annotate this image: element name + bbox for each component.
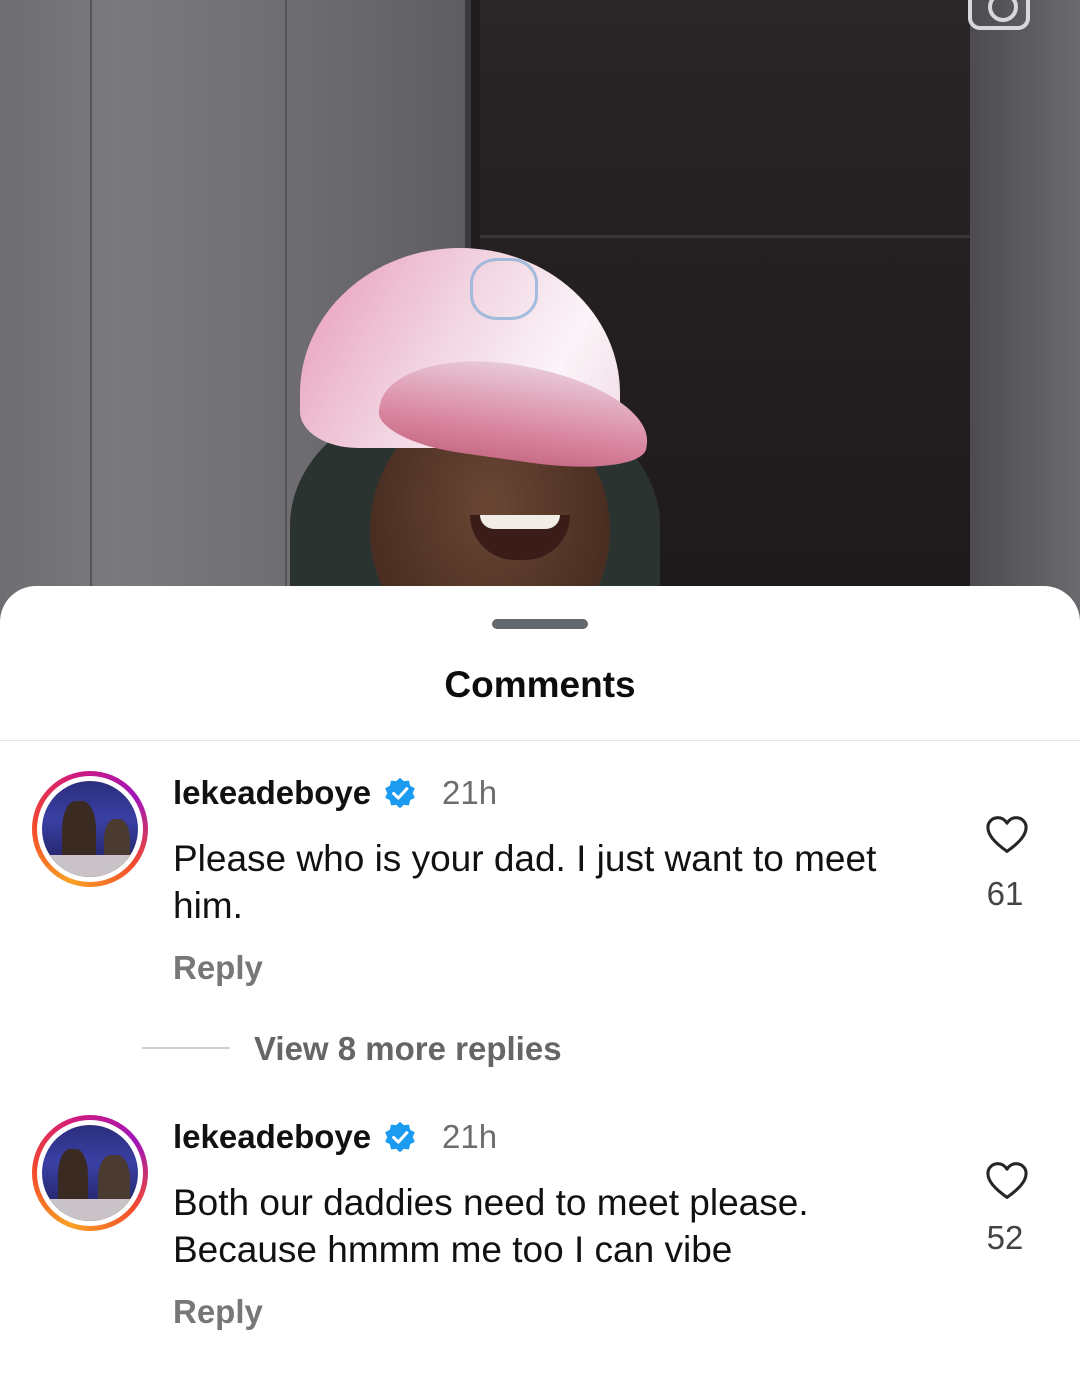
heart-icon[interactable] [985, 815, 1029, 855]
comment-timestamp: 21h [442, 774, 498, 811]
reply-button[interactable]: Reply [173, 1293, 263, 1331]
comment-username[interactable]: lekeadeboye [173, 774, 371, 812]
avatar [42, 781, 138, 877]
heart-icon[interactable] [985, 1161, 1029, 1201]
video-person [0, 0, 1080, 640]
divider [0, 740, 1080, 741]
comment-timestamp: 21h [442, 1118, 498, 1155]
comment-text: Please who is your dad. I just want to m… [173, 838, 877, 926]
sheet-title: Comments [444, 664, 636, 705]
comment-username[interactable]: lekeadeboye [173, 1118, 371, 1156]
verified-badge-icon [385, 1121, 415, 1153]
like-count: 61 [986, 875, 1024, 912]
comment-text: Both our daddies need to meet please. Be… [173, 1182, 809, 1270]
video-player[interactable] [0, 0, 1080, 640]
like-count: 52 [986, 1219, 1024, 1256]
avatar-story-ring[interactable] [32, 1115, 148, 1231]
replies-rule [142, 1047, 230, 1049]
view-replies-label: View 8 more replies [254, 1030, 562, 1067]
avatar [42, 1125, 138, 1221]
drag-handle[interactable] [492, 619, 588, 629]
avatar-story-ring[interactable] [32, 771, 148, 887]
verified-badge-icon [385, 777, 415, 809]
reply-button[interactable]: Reply [173, 949, 263, 987]
